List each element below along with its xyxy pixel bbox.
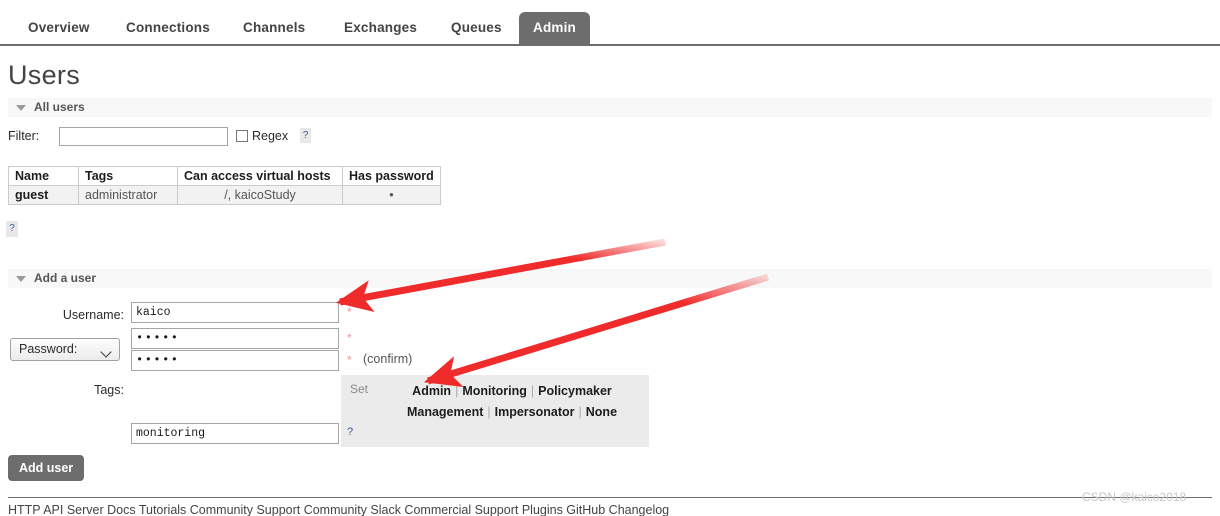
username-input[interactable] xyxy=(131,302,339,323)
tab-exchanges[interactable]: Exchanges xyxy=(330,12,431,46)
collapse-triangle-icon xyxy=(16,105,26,111)
section-label-all-users: All users xyxy=(34,100,85,114)
password-type-select-label: Password: xyxy=(19,342,78,356)
filter-input[interactable] xyxy=(59,127,228,146)
tags-label: Tags: xyxy=(94,383,124,397)
password-type-select[interactable]: Password: xyxy=(10,338,120,361)
section-header-add-a-user[interactable]: Add a user xyxy=(8,269,1212,288)
username-label: Username: xyxy=(62,308,124,322)
regex-checkbox[interactable] xyxy=(236,130,248,142)
watermark: CSDN @kaico2018 xyxy=(1082,490,1187,504)
confirm-required-marker: * xyxy=(347,353,352,367)
password-required-marker: * xyxy=(347,331,352,345)
regex-help-icon[interactable]: ? xyxy=(300,128,311,143)
filter-label: Filter: xyxy=(8,129,40,143)
section-header-all-users[interactable]: All users xyxy=(8,98,1212,117)
tag-set-label: Set xyxy=(350,382,369,396)
regex-label: Regex xyxy=(252,129,289,143)
tab-overview[interactable]: Overview xyxy=(14,12,104,46)
cell-user-tags: administrator xyxy=(78,185,178,205)
tag-separator: | xyxy=(578,405,582,419)
users-table-help-icon[interactable]: ? xyxy=(6,221,18,237)
confirm-note: (confirm) xyxy=(363,352,413,366)
tab-connections[interactable]: Connections xyxy=(112,12,224,46)
column-header-vhosts[interactable]: Can access virtual hosts xyxy=(177,166,343,186)
tag-link-monitoring[interactable]: Monitoring xyxy=(462,384,527,398)
tag-link-none[interactable]: None xyxy=(586,405,617,419)
arrow-to-admin-tag-link xyxy=(423,273,770,387)
tag-link-impersonator[interactable]: Impersonator xyxy=(495,405,575,419)
collapse-triangle-icon xyxy=(16,276,26,282)
column-header-tags[interactable]: Tags xyxy=(78,166,178,186)
add-user-button[interactable]: Add user xyxy=(8,455,85,481)
password-confirm-input[interactable]: ••••• xyxy=(131,350,339,371)
tag-set-panel: Set Admin | Monitoring | Policymaker Manageme… xyxy=(341,375,649,447)
password-input[interactable]: ••••• xyxy=(131,328,339,349)
footer-divider xyxy=(8,497,1212,498)
cell-user-name[interactable]: guest xyxy=(8,185,79,205)
tab-channels[interactable]: Channels xyxy=(229,12,319,46)
tags-input[interactable] xyxy=(131,423,339,444)
table-header-row: Name Tags Can access virtual hosts Has p… xyxy=(8,166,441,186)
username-required-marker: * xyxy=(347,305,352,319)
table-row[interactable]: guest administrator /, kaicoStudy • xyxy=(8,185,441,205)
tags-help-icon[interactable]: ? xyxy=(347,426,353,438)
tag-separator: | xyxy=(530,384,535,398)
cell-user-vhosts: /, kaicoStudy xyxy=(177,185,343,205)
chevron-down-icon xyxy=(100,346,112,358)
tag-set-links: Admin | Monitoring | Policymaker Management | I… xyxy=(383,381,641,423)
users-table: Name Tags Can access virtual hosts Has p… xyxy=(8,166,441,205)
page-title: Users xyxy=(8,60,81,90)
tab-queues[interactable]: Queues xyxy=(437,12,516,46)
footer-links[interactable]: HTTP API Server Docs Tutorials Community… xyxy=(8,503,1212,516)
tab-admin[interactable]: Admin xyxy=(519,12,590,46)
cell-has-password: • xyxy=(342,185,441,205)
tag-separator: | xyxy=(487,405,491,419)
main-navigation: Overview Connections Channels Exchanges … xyxy=(0,0,1220,46)
tag-separator: | xyxy=(455,384,459,398)
section-label-add-a-user: Add a user xyxy=(34,271,97,285)
tag-link-policymaker[interactable]: Policymaker xyxy=(538,384,612,398)
tag-link-management[interactable]: Management xyxy=(407,405,483,419)
tag-link-admin[interactable]: Admin xyxy=(412,384,451,398)
column-header-password[interactable]: Has password xyxy=(342,166,441,186)
column-header-name[interactable]: Name xyxy=(8,166,79,186)
